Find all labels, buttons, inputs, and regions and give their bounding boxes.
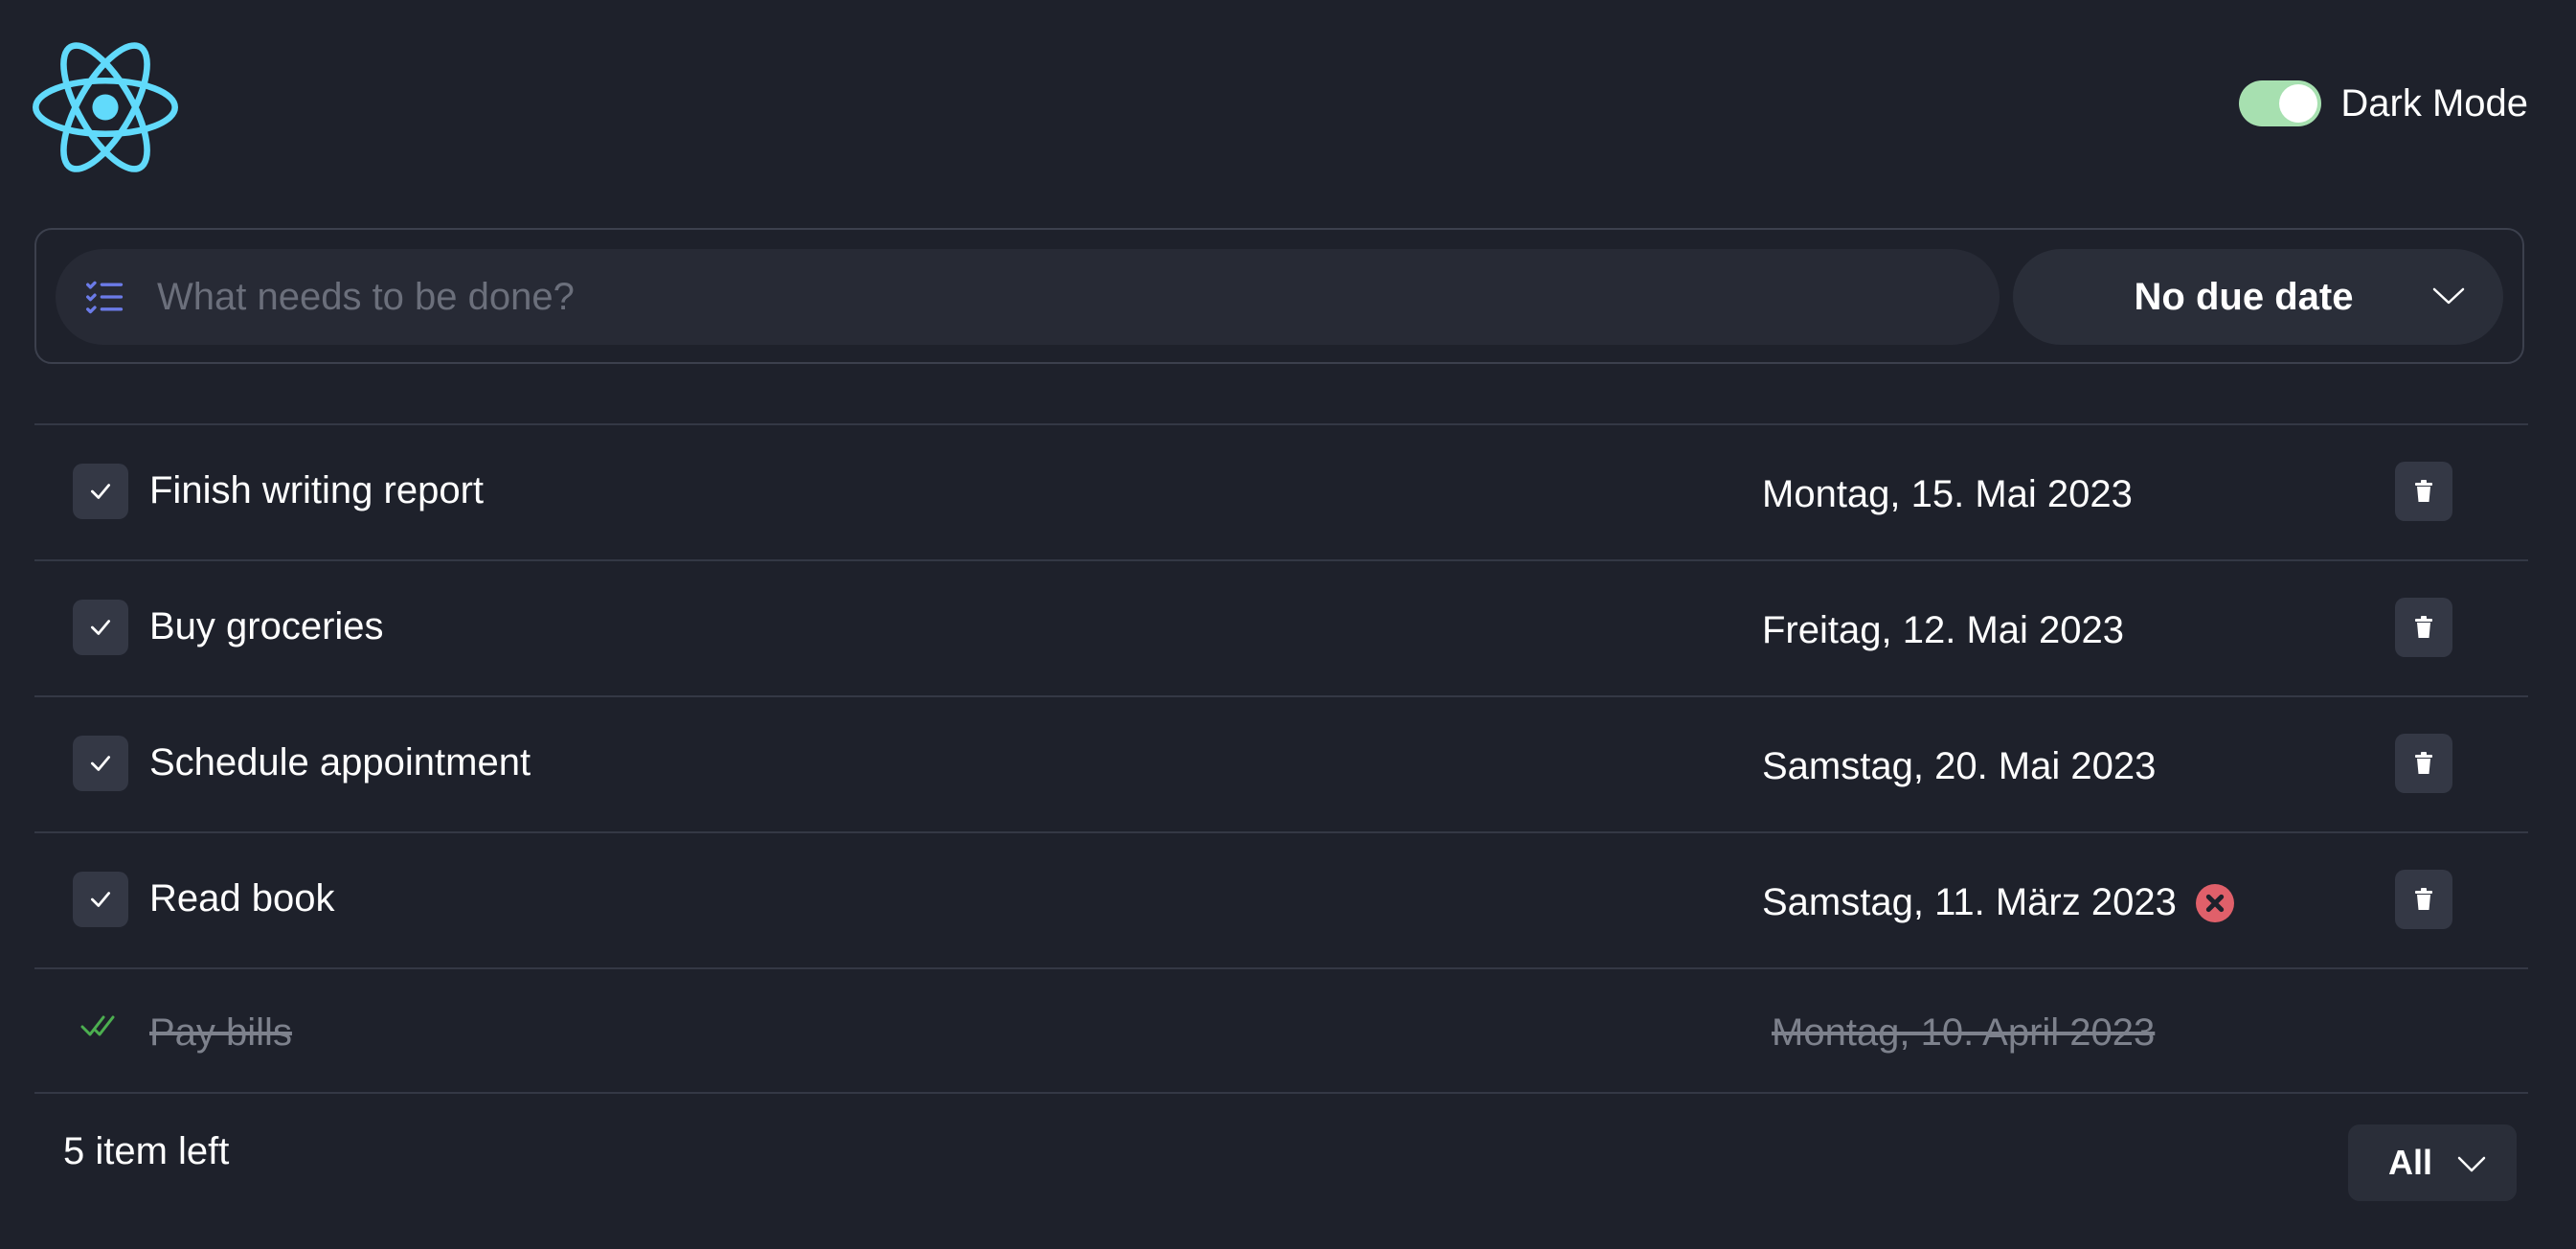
delete-button[interactable] bbox=[2395, 734, 2452, 793]
todo-list: Finish writing report Montag, 15. Mai 20… bbox=[34, 423, 2528, 1094]
todo-due-date-text: Montag, 10. April 2023 bbox=[1772, 1011, 2156, 1054]
trash-icon bbox=[2415, 752, 2432, 774]
trash-icon bbox=[2415, 616, 2432, 638]
filter-select[interactable]: All bbox=[2348, 1124, 2517, 1201]
todo-due-date-text: Samstag, 11. März 2023 bbox=[1762, 881, 2177, 923]
switch-knob bbox=[2279, 84, 2318, 123]
overdue-x-icon bbox=[2195, 883, 2234, 922]
todo-item: Read book Samstag, 11. März 2023 bbox=[34, 831, 2528, 967]
todo-due-date: Montag, 10. April 2023 bbox=[1772, 1011, 2155, 1055]
new-todo-input[interactable] bbox=[155, 274, 2000, 320]
add-todo-bar: No due date bbox=[34, 228, 2524, 364]
todo-item: Buy groceries Freitag, 12. Mai 2023 bbox=[34, 559, 2528, 695]
dark-mode-toggle[interactable]: Dark Mode bbox=[2239, 80, 2528, 126]
trash-icon bbox=[2415, 888, 2432, 910]
due-date-selected: No due date bbox=[2134, 275, 2354, 318]
delete-button[interactable] bbox=[2395, 462, 2452, 521]
todo-title[interactable]: Pay bills bbox=[149, 1011, 292, 1055]
dark-mode-label: Dark Mode bbox=[2340, 81, 2528, 125]
todo-due-date: Montag, 15. Mai 2023 bbox=[1762, 473, 2133, 516]
check-icon bbox=[90, 620, 111, 635]
todo-item: Schedule appointment Samstag, 20. Mai 20… bbox=[34, 695, 2528, 831]
check-icon bbox=[90, 756, 111, 771]
todo-title[interactable]: Finish writing report bbox=[149, 469, 484, 512]
todo-due-date-text: Montag, 15. Mai 2023 bbox=[1762, 473, 2133, 515]
todo-due-date-text: Freitag, 12. Mai 2023 bbox=[1762, 609, 2124, 651]
trash-icon bbox=[2415, 480, 2432, 502]
complete-checkbox[interactable] bbox=[73, 736, 128, 791]
filter-selected: All bbox=[2388, 1143, 2433, 1182]
items-left-count: 5 item left bbox=[63, 1130, 230, 1172]
double-check-icon[interactable] bbox=[80, 1010, 123, 1040]
checklist-icon bbox=[86, 281, 124, 314]
todo-due-date: Samstag, 20. Mai 2023 bbox=[1762, 745, 2156, 788]
complete-checkbox[interactable] bbox=[73, 600, 128, 655]
check-icon bbox=[90, 484, 111, 499]
chevron-down-icon bbox=[2457, 1156, 2486, 1172]
todo-title[interactable]: Read book bbox=[149, 877, 334, 920]
todo-item: Finish writing report Montag, 15. Mai 20… bbox=[34, 423, 2528, 559]
dark-mode-switch[interactable] bbox=[2239, 80, 2322, 126]
todo-app: Dark Mode No due date bbox=[0, 0, 2576, 1249]
todo-title[interactable]: Schedule appointment bbox=[149, 741, 531, 784]
new-todo-field[interactable] bbox=[56, 249, 2000, 345]
chevron-down-icon bbox=[2432, 287, 2465, 305]
delete-button[interactable] bbox=[2395, 598, 2452, 657]
todo-due-date-text: Samstag, 20. Mai 2023 bbox=[1762, 745, 2157, 787]
due-date-select[interactable]: No due date bbox=[2013, 249, 2503, 345]
delete-button[interactable] bbox=[2395, 870, 2452, 929]
complete-checkbox[interactable] bbox=[73, 872, 128, 927]
complete-checkbox[interactable] bbox=[73, 464, 128, 519]
todo-due-date: Freitag, 12. Mai 2023 bbox=[1762, 609, 2124, 652]
todo-item-completed: Pay bills Montag, 10. April 2023 bbox=[34, 967, 2528, 1094]
react-logo-icon bbox=[33, 42, 178, 172]
todo-title[interactable]: Buy groceries bbox=[149, 605, 384, 648]
todo-due-date: Samstag, 11. März 2023 bbox=[1762, 881, 2234, 924]
check-icon bbox=[90, 892, 111, 907]
